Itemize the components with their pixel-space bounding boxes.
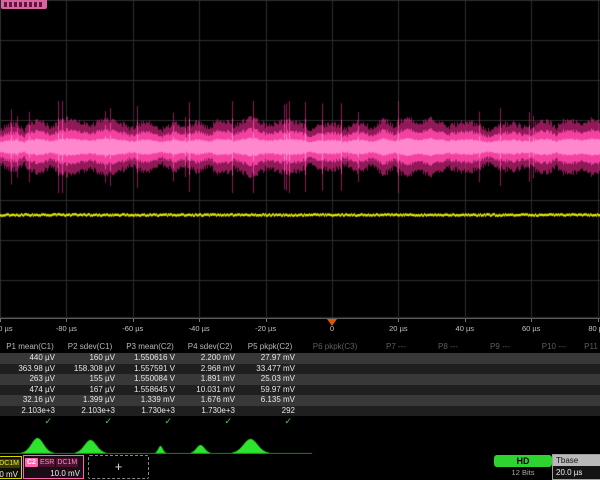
add-trace-button[interactable]: + bbox=[88, 455, 149, 479]
param-header-inactive[interactable]: P6 pkpk(C3) bbox=[300, 341, 370, 353]
measure-value: 1.339 mV bbox=[120, 395, 180, 406]
graticule-and-traces[interactable] bbox=[0, 0, 600, 318]
time-tick-label: -20 µs bbox=[255, 324, 276, 333]
status-check-icon: ✓ bbox=[240, 416, 300, 427]
measure-value: 1.557591 V bbox=[120, 364, 180, 375]
measure-stat-row: 263 µV155 µV1.550084 V1.891 mV25.03 mV bbox=[0, 374, 600, 385]
measure-stat-row: 440 µV160 µV1.550616 V2.200 mV27.97 mV bbox=[0, 353, 600, 364]
time-axis: -100 µs-80 µs-60 µs-40 µs-20 µs020 µs40 … bbox=[0, 318, 600, 337]
param-header[interactable]: P1 mean(C1) bbox=[0, 341, 60, 353]
time-tick-mark bbox=[598, 319, 599, 322]
measure-value: 1.676 mV bbox=[180, 395, 240, 406]
measure-value: 2.103e+3 bbox=[60, 406, 120, 417]
time-tick-mark bbox=[465, 319, 466, 322]
time-tick-mark bbox=[266, 319, 267, 322]
histicons[interactable] bbox=[0, 429, 600, 455]
measure-value: 1.399 µV bbox=[60, 395, 120, 406]
hd-bits-label: 12 Bits bbox=[494, 468, 552, 477]
top-left-label-text bbox=[4, 2, 44, 7]
status-check-icon: ✓ bbox=[0, 416, 60, 427]
status-check-icon: ✓ bbox=[60, 416, 120, 427]
measure-value: 32.16 µV bbox=[0, 395, 60, 406]
time-tick-mark bbox=[133, 319, 134, 322]
measure-value: 1.730e+3 bbox=[120, 406, 180, 417]
time-tick-label: 80 µs bbox=[588, 324, 600, 333]
c2-descriptor-box[interactable]: C2 ESR DC1M 10.0 mV bbox=[23, 455, 84, 479]
measure-header-row: P1 mean(C1)P2 sdev(C1)P3 mean(C2)P4 sdev… bbox=[0, 341, 600, 353]
measure-value: 1.558645 V bbox=[120, 385, 180, 396]
time-tick-label: 60 µs bbox=[522, 324, 541, 333]
descriptor-bar: DC1M 10.0 mV C2 ESR DC1M 10.0 mV + HD 12… bbox=[0, 454, 600, 480]
param-header[interactable]: P3 mean(C2) bbox=[120, 341, 180, 353]
measure-value: 292 bbox=[240, 406, 300, 417]
status-check-icon: ✓ bbox=[180, 416, 240, 427]
measure-value: 2.200 mV bbox=[180, 353, 240, 364]
c1-scale: 10.0 mV bbox=[0, 469, 21, 480]
param-header-inactive[interactable]: P11 bbox=[582, 341, 600, 353]
waveform-display[interactable] bbox=[0, 0, 600, 318]
measure-value: 440 µV bbox=[0, 353, 60, 364]
status-check-icon: ✓ bbox=[120, 416, 180, 427]
measure-value: 2.968 mV bbox=[180, 364, 240, 375]
time-tick-label: -80 µs bbox=[56, 324, 77, 333]
measure-stat-row: 474 µV167 µV1.558645 V10.031 mV59.97 mV bbox=[0, 385, 600, 396]
c2-coupling-badge: DC1M bbox=[56, 458, 78, 467]
measure-stat-row: 2.103e+32.103e+31.730e+31.730e+3292 bbox=[0, 406, 600, 417]
measure-value: 1.550084 V bbox=[120, 374, 180, 385]
measure-value: 59.97 mV bbox=[240, 385, 300, 396]
time-tick-mark bbox=[398, 319, 399, 322]
param-header[interactable]: P2 sdev(C1) bbox=[60, 341, 120, 353]
time-tick-mark bbox=[66, 319, 67, 322]
measure-value: 474 µV bbox=[0, 385, 60, 396]
c2-eres-badge: ESR bbox=[39, 458, 55, 467]
measure-value: 155 µV bbox=[60, 374, 120, 385]
time-tick-mark bbox=[199, 319, 200, 322]
c2-channel-tag[interactable]: C2 bbox=[25, 458, 38, 467]
time-tick-label: -100 µs bbox=[0, 324, 13, 333]
measure-stat-row: 32.16 µV1.399 µV1.339 mV1.676 mV6.135 mV bbox=[0, 395, 600, 406]
param-header-inactive[interactable]: P7 --- bbox=[370, 341, 422, 353]
time-tick-label: -40 µs bbox=[189, 324, 210, 333]
measure-value: 6.135 mV bbox=[240, 395, 300, 406]
measure-value: 10.031 mV bbox=[180, 385, 240, 396]
trigger-position-marker[interactable] bbox=[327, 319, 337, 326]
measure-value: 25.03 mV bbox=[240, 374, 300, 385]
measure-value: 33.477 mV bbox=[240, 364, 300, 375]
measure-status-row: ✓✓✓✓✓ bbox=[0, 416, 600, 427]
measure-table: P1 mean(C1)P2 sdev(C1)P3 mean(C2)P4 sdev… bbox=[0, 341, 600, 427]
measure-stat-row: 363.98 µV158.308 µV1.557591 V2.968 mV33.… bbox=[0, 364, 600, 375]
time-tick-label: 20 µs bbox=[389, 324, 408, 333]
measure-value: 158.308 µV bbox=[60, 364, 120, 375]
timebase-title: Tbase bbox=[553, 455, 600, 466]
measure-value: 1.550616 V bbox=[120, 353, 180, 364]
c1-coupling-badge: DC1M bbox=[0, 459, 20, 468]
measure-value: 27.97 mV bbox=[240, 353, 300, 364]
timebase-descriptor-box[interactable]: Tbase 20.0 µs bbox=[552, 454, 600, 480]
measure-value: 1.730e+3 bbox=[180, 406, 240, 417]
param-header-inactive[interactable]: P10 --- bbox=[526, 341, 582, 353]
oscilloscope-screen: -100 µs-80 µs-60 µs-40 µs-20 µs020 µs40 … bbox=[0, 0, 600, 480]
param-header-inactive[interactable]: P8 --- bbox=[422, 341, 474, 353]
measure-value: 263 µV bbox=[0, 374, 60, 385]
time-tick-label: -60 µs bbox=[122, 324, 143, 333]
measure-value: 363.98 µV bbox=[0, 364, 60, 375]
measure-value: 1.891 mV bbox=[180, 374, 240, 385]
measure-value: 2.103e+3 bbox=[0, 406, 60, 417]
time-tick-mark bbox=[0, 319, 1, 322]
c1-descriptor-box[interactable]: DC1M 10.0 mV bbox=[0, 456, 22, 479]
top-left-label bbox=[1, 0, 47, 9]
measure-value: 167 µV bbox=[60, 385, 120, 396]
param-header[interactable]: P5 pkpk(C2) bbox=[240, 341, 300, 353]
param-header[interactable]: P4 sdev(C2) bbox=[180, 341, 240, 353]
c2-scale: 10.0 mV bbox=[24, 468, 83, 479]
time-tick-label: 40 µs bbox=[456, 324, 475, 333]
hd-mode-badge[interactable]: HD bbox=[494, 455, 552, 467]
timebase-value: 20.0 µs bbox=[553, 466, 600, 479]
param-header-inactive[interactable]: P9 --- bbox=[474, 341, 526, 353]
measure-value: 160 µV bbox=[60, 353, 120, 364]
time-tick-mark bbox=[531, 319, 532, 322]
